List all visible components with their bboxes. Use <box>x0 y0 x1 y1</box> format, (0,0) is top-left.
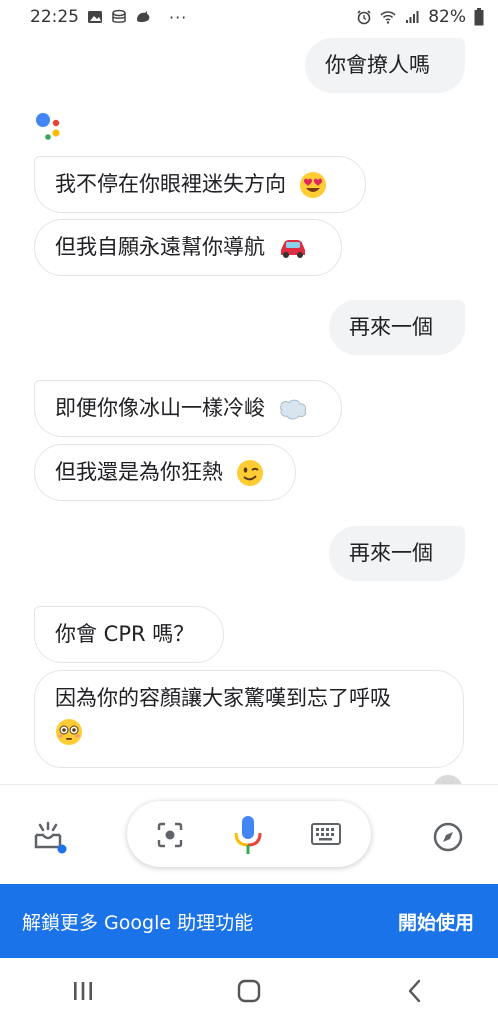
assistant-message: 但我自願永遠幫你導航 <box>34 219 342 276</box>
back-button[interactable] <box>395 971 435 1011</box>
assistant-pill <box>127 801 371 867</box>
user-message: 你會撩人嗎 <box>305 38 465 93</box>
user-message: 再來一個 <box>329 300 465 355</box>
banner-text: 解鎖更多 Google 助理功能 <box>22 911 254 934</box>
explore-compass-icon[interactable] <box>432 821 464 853</box>
message-text: 再來一個 <box>349 541 433 565</box>
message-text: 但我還是為你狂熱 <box>55 460 223 484</box>
heart-eyes-emoji <box>299 172 326 198</box>
wink-emoji <box>236 460 263 486</box>
home-icon <box>237 979 261 1003</box>
user-message: 再來一個 <box>329 526 465 581</box>
message-text: 你會撩人嗎 <box>325 53 430 77</box>
keyboard-icon[interactable] <box>311 823 341 845</box>
unlock-features-banner: 解鎖更多 Google 助理功能 開始使用 <box>0 884 498 958</box>
chat-area[interactable]: 你會撩人嗎 我不停在你眼裡迷失方向 但我自願永遠幫你導航 再來一個 即便你像冰山… <box>0 0 498 791</box>
recent-apps-button[interactable] <box>63 971 103 1011</box>
flushed-emoji <box>56 719 82 745</box>
message-text: 因為你的容顏讓大家驚嘆到忘了呼吸 <box>55 686 391 710</box>
message-text: 即便你像冰山一樣冷峻 <box>55 396 265 420</box>
assistant-input-bar <box>0 784 498 885</box>
recent-apps-icon <box>74 982 92 1000</box>
assistant-message: 因為你的容顏讓大家驚嘆到忘了呼吸 <box>34 670 464 768</box>
message-text: 我不停在你眼裡迷失方向 <box>55 172 286 196</box>
dash-cloud-emoji <box>279 399 306 420</box>
updates-tray-icon[interactable] <box>30 821 70 857</box>
assistant-message: 我不停在你眼裡迷失方向 <box>34 156 366 213</box>
mic-icon[interactable] <box>231 814 265 856</box>
assistant-message: 即便你像冰山一樣冷峻 <box>34 380 342 437</box>
message-text: 再來一個 <box>349 315 433 339</box>
assistant-message: 你會 CPR 嗎？ <box>34 606 224 663</box>
get-started-button[interactable]: 開始使用 <box>398 908 474 935</box>
navigation-bar <box>0 958 498 1024</box>
assistant-logo-icon <box>36 113 60 140</box>
red-car-emoji <box>280 240 305 258</box>
back-icon <box>408 979 421 1003</box>
message-text: 你會 CPR 嗎？ <box>55 622 195 646</box>
message-text: 但我自願永遠幫你導航 <box>55 235 265 259</box>
lens-icon[interactable] <box>157 822 183 848</box>
home-button[interactable] <box>229 971 269 1011</box>
assistant-message: 但我還是為你狂熱 <box>34 444 296 501</box>
